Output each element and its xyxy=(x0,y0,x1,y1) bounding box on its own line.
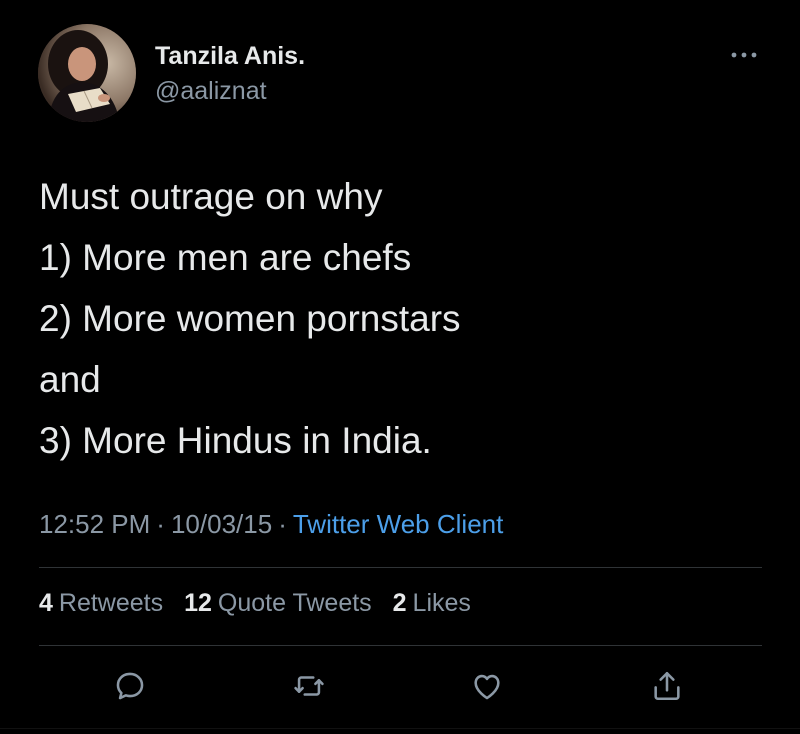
like-button[interactable] xyxy=(467,666,507,706)
quote-tweets-label: Quote Tweets xyxy=(217,589,372,617)
more-horizontal-icon xyxy=(731,52,757,58)
engagement-stats: 4 Retweets 12 Quote Tweets 2 Likes xyxy=(39,589,485,618)
reply-button[interactable] xyxy=(110,666,150,706)
retweets-count: 4 xyxy=(39,589,53,617)
more-options-button[interactable] xyxy=(722,40,766,70)
likes-stat[interactable]: 2 Likes xyxy=(393,589,471,618)
tweet-text-line: 3) More Hindus in India. xyxy=(39,420,432,461)
author-name[interactable]: Tanzila Anis. xyxy=(155,42,305,71)
tweet-text-line: 1) More men are chefs xyxy=(39,237,412,278)
tweet-text: Must outrage on why 1) More men are chef… xyxy=(39,166,759,471)
author-handle[interactable]: @aaliznat xyxy=(155,77,267,106)
tweet-text-line: 2) More women pornstars xyxy=(39,298,461,339)
quote-tweets-stat[interactable]: 12 Quote Tweets xyxy=(184,589,372,618)
meta-separator: · xyxy=(278,509,287,539)
divider xyxy=(39,645,762,646)
share-button[interactable] xyxy=(647,666,687,706)
tweet-source-link[interactable]: Twitter Web Client xyxy=(293,509,503,539)
tweet-text-line: Must outrage on why xyxy=(39,176,383,217)
likes-label: Likes xyxy=(412,589,471,617)
meta-separator: · xyxy=(156,509,165,539)
share-icon xyxy=(654,671,680,701)
bottom-divider xyxy=(0,728,800,729)
likes-count: 2 xyxy=(392,589,407,617)
quote-tweets-count: 12 xyxy=(184,589,212,617)
tweet-date[interactable]: 10/03/15 xyxy=(171,509,272,539)
tweet-card: Tanzila Anis. @aaliznat Must outrage on … xyxy=(0,0,800,734)
tweet-text-line: and xyxy=(39,359,101,400)
tweet-time[interactable]: 12:52 PM xyxy=(39,509,150,539)
retweets-label: Retweets xyxy=(58,589,164,617)
avatar-image xyxy=(38,24,136,122)
avatar[interactable] xyxy=(38,24,136,122)
retweet-button[interactable] xyxy=(289,666,329,706)
divider xyxy=(39,567,762,568)
reply-icon xyxy=(116,672,144,700)
tweet-metadata: 12:52 PM · 10/03/15 · Twitter Web Client xyxy=(39,509,503,540)
retweet-icon xyxy=(294,676,324,696)
retweets-stat[interactable]: 4 Retweets xyxy=(39,589,163,618)
heart-icon xyxy=(474,674,500,700)
